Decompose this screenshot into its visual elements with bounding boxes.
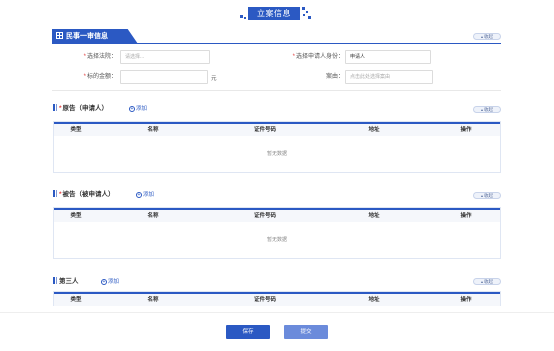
column-header-id: 证件号码 <box>253 297 277 303</box>
column-header-action: 操作 <box>460 127 472 133</box>
chevron-up-icon <box>481 194 483 197</box>
empty-state: 暂无数据 <box>266 237 287 243</box>
basic-info-tab: 民事一审信息 <box>52 29 138 44</box>
plus-circle-icon: + <box>101 279 107 285</box>
column-header-name: 名称 <box>147 213 159 219</box>
submit-button[interactable]: 提交 <box>284 325 328 339</box>
required-marker: * <box>83 54 86 60</box>
third-party-title: 第三人 <box>59 278 79 285</box>
cause-input[interactable]: 点击此处选择案由 <box>345 70 433 84</box>
title-decoration <box>302 7 305 10</box>
plus-circle-icon: + <box>129 106 135 112</box>
section-bar <box>56 190 57 197</box>
amount-input[interactable] <box>120 70 208 84</box>
chevron-up-icon <box>481 280 483 283</box>
required-marker: * <box>83 74 86 80</box>
title-decoration <box>308 16 311 19</box>
amount-unit: 元 <box>211 76 217 82</box>
table-header: 类型 名称 证件号码 地址 操作 <box>54 292 500 306</box>
identity-select[interactable]: 申请人 <box>345 50 431 64</box>
column-header-type: 类型 <box>70 297 82 303</box>
title-decoration <box>240 15 243 18</box>
section-bar <box>53 104 55 111</box>
required-marker: * <box>292 54 295 60</box>
collapse-button-plaintiff[interactable]: 收起 <box>473 106 501 113</box>
save-button[interactable]: 保存 <box>226 325 270 339</box>
court-label: *选择法院： <box>60 51 117 63</box>
column-header-address: 地址 <box>368 297 380 303</box>
defendant-table: 类型 名称 证件号码 地址 操作 暂无数据 <box>53 207 501 259</box>
add-defendant-link[interactable]: + 添加 <box>136 190 154 200</box>
column-header-action: 操作 <box>460 297 472 303</box>
column-header-id: 证件号码 <box>253 127 277 133</box>
empty-state: 暂无数据 <box>266 151 287 157</box>
plaintiff-title: 原告（申请人） <box>62 105 109 112</box>
page-title: 立案信息 <box>248 7 300 20</box>
plus-circle-icon: + <box>136 192 142 198</box>
column-header-name: 名称 <box>147 297 159 303</box>
collapse-button-third-party[interactable]: 收起 <box>473 278 501 285</box>
section-bar <box>53 277 55 284</box>
collapse-label: 收起 <box>484 193 493 198</box>
third-party-table: 类型 名称 证件号码 地址 操作 <box>53 291 501 306</box>
defendant-header: *被告（被申请人） <box>53 190 115 200</box>
basic-info-header: 民事一审信息 收起 <box>52 29 501 44</box>
add-label: 添加 <box>108 279 120 285</box>
footer-bar: 保存 提交 <box>0 312 554 351</box>
cause-label: 案由： <box>325 74 344 80</box>
collapse-button-defendant[interactable]: 收起 <box>473 192 501 199</box>
court-select[interactable]: 请选择... <box>120 50 210 64</box>
add-plaintiff-link[interactable]: + 添加 <box>129 104 147 114</box>
table-header: 类型 名称 证件号码 地址 操作 <box>54 208 500 222</box>
section-divider <box>52 90 501 91</box>
collapse-label: 收起 <box>484 107 493 112</box>
column-header-type: 类型 <box>70 213 82 219</box>
add-label: 添加 <box>136 106 148 112</box>
collapse-label: 收起 <box>484 279 493 284</box>
column-header-address: 地址 <box>368 213 380 219</box>
section-bar <box>56 277 57 284</box>
collapse-button-basic[interactable]: 收起 <box>473 33 501 40</box>
column-header-id: 证件号码 <box>253 213 277 219</box>
identity-label-text: 选择申请人身份： <box>295 54 344 60</box>
column-header-type: 类型 <box>70 127 82 133</box>
grid-icon <box>56 32 63 39</box>
defendant-title: 被告（被申请人） <box>62 191 115 198</box>
plaintiff-header: *原告（申请人） <box>53 104 108 114</box>
plaintiff-table: 类型 名称 证件号码 地址 操作 暂无数据 <box>53 121 501 173</box>
column-header-address: 地址 <box>368 127 380 133</box>
required-marker: * <box>59 105 62 112</box>
amount-label-text: 标的金额： <box>86 74 117 80</box>
column-header-action: 操作 <box>460 213 472 219</box>
amount-label: *标的金额： <box>60 71 117 83</box>
title-decoration <box>244 17 246 19</box>
court-label-text: 选择法院： <box>86 54 117 60</box>
section-bar <box>56 104 57 111</box>
add-label: 添加 <box>143 192 155 198</box>
table-header: 类型 名称 证件号码 地址 操作 <box>54 122 500 136</box>
required-marker: * <box>59 191 62 198</box>
section-bar <box>53 190 55 197</box>
chevron-up-icon <box>481 108 483 111</box>
title-decoration <box>306 11 308 13</box>
title-decoration <box>303 14 305 16</box>
page-title-area: 立案信息 <box>0 5 554 23</box>
collapse-label: 收起 <box>484 34 493 39</box>
chevron-up-icon <box>481 35 483 38</box>
column-header-name: 名称 <box>147 127 159 133</box>
identity-label: *选择申请人身份： <box>262 51 344 63</box>
basic-info-title: 民事一审信息 <box>66 33 108 40</box>
add-third-party-link[interactable]: + 添加 <box>101 277 119 287</box>
third-party-header: 第三人 <box>53 277 79 287</box>
